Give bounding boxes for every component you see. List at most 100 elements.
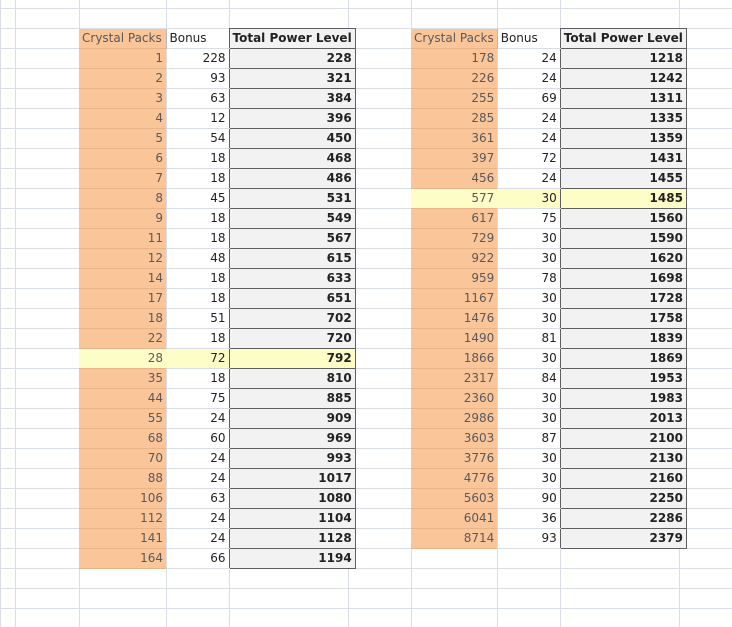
crystal-packs-cell[interactable]: 14 (79, 268, 166, 289)
total-power-cell[interactable]: 1983 (559, 388, 687, 409)
total-power-cell[interactable]: 1839 (559, 328, 687, 349)
crystal-packs-cell[interactable]: 141 (79, 528, 166, 549)
crystal-packs-cell[interactable]: 7 (79, 168, 166, 189)
total-power-cell[interactable]: 993 (228, 448, 356, 469)
bonus-cell[interactable]: 72 (166, 348, 229, 369)
bonus-cell[interactable]: 24 (166, 528, 229, 549)
crystal-packs-cell[interactable]: 1 (79, 48, 166, 69)
crystal-packs-cell[interactable]: 2986 (411, 408, 498, 429)
bonus-cell[interactable]: 51 (166, 308, 229, 329)
crystal-packs-cell[interactable]: 6 (79, 148, 166, 169)
bonus-cell[interactable]: 24 (497, 48, 561, 69)
total-power-cell[interactable]: 1431 (559, 148, 687, 169)
crystal-packs-cell[interactable]: 28 (79, 348, 166, 369)
bonus-cell[interactable]: 30 (497, 248, 561, 269)
bonus-cell[interactable]: 66 (166, 548, 229, 569)
bonus-cell[interactable]: 18 (166, 328, 229, 349)
total-power-cell[interactable]: 1017 (228, 468, 356, 489)
total-power-cell[interactable]: 2286 (559, 508, 687, 529)
total-power-cell[interactable]: 396 (228, 108, 356, 129)
total-power-cell[interactable]: 2130 (559, 448, 687, 469)
bonus-cell[interactable]: 18 (166, 288, 229, 309)
crystal-packs-cell[interactable]: 55 (79, 408, 166, 429)
crystal-packs-cell[interactable]: 1476 (411, 308, 498, 329)
crystal-packs-cell[interactable]: 106 (79, 488, 166, 509)
bonus-cell[interactable]: 30 (497, 388, 561, 409)
total-power-cell[interactable]: 885 (228, 388, 356, 409)
crystal-packs-cell[interactable]: 18 (79, 308, 166, 329)
total-power-cell[interactable]: 633 (228, 268, 356, 289)
crystal-packs-cell[interactable]: 3 (79, 88, 166, 109)
bonus-cell[interactable]: 24 (166, 468, 229, 489)
crystal-packs-cell[interactable]: 4776 (411, 468, 498, 489)
total-power-cell[interactable]: 2013 (559, 408, 687, 429)
crystal-packs-cell[interactable]: 5603 (411, 488, 498, 509)
total-power-cell[interactable]: 720 (228, 328, 356, 349)
crystal-packs-cell[interactable]: 1490 (411, 328, 498, 349)
total-power-cell[interactable]: 651 (228, 288, 356, 309)
header-total-power-level[interactable]: Total Power Level (228, 28, 356, 49)
crystal-packs-cell[interactable]: 361 (411, 128, 498, 149)
total-power-cell[interactable]: 2250 (559, 488, 687, 509)
crystal-packs-cell[interactable]: 70 (79, 448, 166, 469)
bonus-cell[interactable]: 24 (497, 168, 561, 189)
bonus-cell[interactable]: 72 (497, 148, 561, 169)
total-power-cell[interactable]: 384 (228, 88, 356, 109)
bonus-cell[interactable]: 30 (497, 288, 561, 309)
bonus-cell[interactable]: 93 (497, 528, 561, 549)
crystal-packs-cell[interactable]: 2 (79, 68, 166, 89)
crystal-packs-cell[interactable]: 729 (411, 228, 498, 249)
bonus-cell[interactable]: 36 (497, 508, 561, 529)
bonus-cell[interactable]: 78 (497, 268, 561, 289)
crystal-packs-cell[interactable]: 6041 (411, 508, 498, 529)
bonus-cell[interactable]: 84 (497, 368, 561, 389)
total-power-cell[interactable]: 1485 (559, 188, 687, 209)
crystal-packs-cell[interactable]: 4 (79, 108, 166, 129)
bonus-cell[interactable]: 30 (497, 408, 561, 429)
crystal-packs-cell[interactable]: 8714 (411, 528, 498, 549)
bonus-cell[interactable]: 18 (166, 168, 229, 189)
crystal-packs-cell[interactable]: 2360 (411, 388, 498, 409)
total-power-cell[interactable]: 228 (228, 48, 356, 69)
total-power-cell[interactable]: 1311 (559, 88, 687, 109)
bonus-cell[interactable]: 60 (166, 428, 229, 449)
crystal-packs-cell[interactable]: 397 (411, 148, 498, 169)
crystal-packs-cell[interactable]: 8 (79, 188, 166, 209)
total-power-cell[interactable]: 1335 (559, 108, 687, 129)
total-power-cell[interactable]: 567 (228, 228, 356, 249)
crystal-packs-cell[interactable]: 112 (79, 508, 166, 529)
crystal-packs-cell[interactable]: 44 (79, 388, 166, 409)
total-power-cell[interactable]: 1869 (559, 348, 687, 369)
bonus-cell[interactable]: 48 (166, 248, 229, 269)
total-power-cell[interactable]: 1080 (228, 488, 356, 509)
bonus-cell[interactable]: 24 (166, 448, 229, 469)
crystal-packs-cell[interactable]: 164 (79, 548, 166, 569)
bonus-cell[interactable]: 30 (497, 348, 561, 369)
crystal-packs-cell[interactable]: 68 (79, 428, 166, 449)
bonus-cell[interactable]: 18 (166, 368, 229, 389)
total-power-cell[interactable]: 909 (228, 408, 356, 429)
crystal-packs-cell[interactable]: 11 (79, 228, 166, 249)
total-power-cell[interactable]: 1242 (559, 68, 687, 89)
bonus-cell[interactable]: 30 (497, 188, 561, 209)
bonus-cell[interactable]: 63 (166, 88, 229, 109)
total-power-cell[interactable]: 549 (228, 208, 356, 229)
total-power-cell[interactable]: 321 (228, 68, 356, 89)
total-power-cell[interactable]: 2160 (559, 468, 687, 489)
header-crystal-packs[interactable]: Crystal Packs (79, 28, 167, 49)
total-power-cell[interactable]: 531 (228, 188, 356, 209)
total-power-cell[interactable]: 792 (228, 348, 356, 369)
bonus-cell[interactable]: 30 (497, 228, 561, 249)
bonus-cell[interactable]: 24 (497, 128, 561, 149)
crystal-packs-cell[interactable]: 178 (411, 48, 498, 69)
bonus-cell[interactable]: 24 (497, 108, 561, 129)
bonus-cell[interactable]: 45 (166, 188, 229, 209)
header-crystal-packs[interactable]: Crystal Packs (411, 28, 498, 49)
total-power-cell[interactable]: 2379 (559, 528, 687, 549)
crystal-packs-cell[interactable]: 12 (79, 248, 166, 269)
total-power-cell[interactable]: 1104 (228, 508, 356, 529)
bonus-cell[interactable]: 18 (166, 268, 229, 289)
total-power-cell[interactable]: 1620 (559, 248, 687, 269)
total-power-cell[interactable]: 1953 (559, 368, 687, 389)
bonus-cell[interactable]: 93 (166, 68, 229, 89)
